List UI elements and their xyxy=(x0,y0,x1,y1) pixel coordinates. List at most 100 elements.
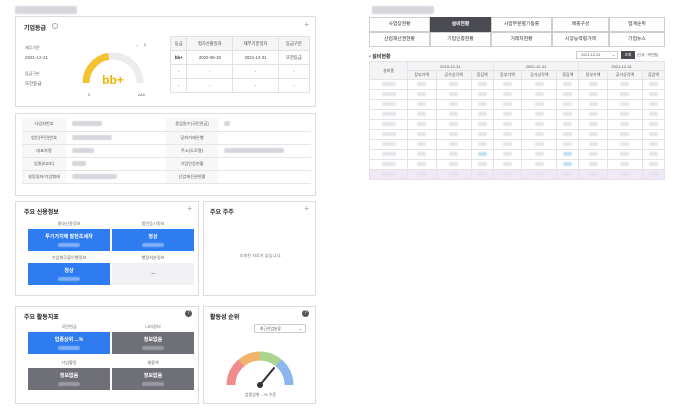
table-row[interactable] xyxy=(369,89,665,100)
grade-add-icon[interactable]: + xyxy=(304,21,309,29)
shareholders-add-icon[interactable]: + xyxy=(304,205,309,213)
info-row: 설립일자/기업형태 산업재산권현황 xyxy=(22,170,311,184)
equipment-value-cell xyxy=(435,139,472,150)
credit-status-box-4[interactable]: – xyxy=(112,263,194,285)
tab-market-ability[interactable]: 시장능력평가액 xyxy=(552,32,609,47)
equipment-value-cell xyxy=(470,79,494,90)
date-select-value: 2021-12-31 xyxy=(581,53,601,57)
equipment-value-cell xyxy=(492,129,523,140)
equipment-value-cell xyxy=(642,169,665,180)
tab-division[interactable]: 사업부문별기등률 xyxy=(491,17,552,32)
info-label: 대표자명 xyxy=(22,144,66,158)
shareholders-title: 주요 주주 xyxy=(210,210,234,216)
equipment-value-cell xyxy=(521,89,558,100)
equipment-value-cell xyxy=(642,129,665,140)
info-value xyxy=(66,118,166,132)
table-row[interactable] xyxy=(369,79,665,90)
help-icon[interactable]: ? xyxy=(185,310,192,317)
chevron-down-icon: ⌄ xyxy=(298,327,302,331)
equipment-value-cell xyxy=(606,159,644,170)
tab-label: 업계순위 xyxy=(628,22,646,27)
tab-ip-rights[interactable]: 산업재산권현황 xyxy=(369,32,430,47)
chevron-down-icon: ⌄ xyxy=(611,53,615,57)
company-name-heading-right xyxy=(372,6,434,14)
company-name-heading xyxy=(15,6,77,14)
info-label: 주소(도로명) xyxy=(166,144,218,158)
equipment-value-cell xyxy=(492,159,523,170)
activity-box-1[interactable]: 업종상위 ...% xyxy=(28,332,110,354)
gauge-needle xyxy=(259,367,276,386)
equipment-value-cell xyxy=(521,79,558,90)
year-header: 2021-12-31 xyxy=(578,61,665,71)
grade-cell: - xyxy=(232,64,279,79)
activity-subhead-4: 채용액 xyxy=(147,360,159,365)
equipment-value-cell xyxy=(435,79,472,90)
subhead-4: 행정처분정보 xyxy=(141,255,165,260)
info-row: 업종(KSIC) 기업인증현황 xyxy=(22,157,311,171)
info-value xyxy=(218,144,311,158)
activity-box-3[interactable]: 정보없음 xyxy=(28,368,110,390)
table-row[interactable] xyxy=(369,139,665,150)
activity-box-4[interactable]: 정보없음 xyxy=(112,368,194,390)
industry-select[interactable]: 최근산업분류 ⌄ xyxy=(254,324,306,333)
equipment-value-cell xyxy=(578,129,608,140)
table-row[interactable] xyxy=(369,99,665,110)
equipment-value-cell xyxy=(606,119,644,130)
credit-status-text-3: 정상 xyxy=(64,268,74,274)
company-info-table: 사업자번호 종업원수(국민연금) 법인(주민)번호 당좌거래은행 대표자명 주소… xyxy=(22,118,311,184)
table-row[interactable] xyxy=(369,119,665,130)
table-row[interactable]: bb+ 2022-06-19 2021-12-31 또한등급 xyxy=(169,50,311,65)
info-label: 사업자번호 xyxy=(22,118,66,132)
date-select[interactable]: 2021-12-31 ⌄ xyxy=(576,51,618,59)
credit-status-text-1: 투기가치에 말한조세자 xyxy=(45,234,93,240)
tab-company-news[interactable]: 기업뉴스 xyxy=(609,32,665,47)
tab-industry-rank[interactable]: 업계순위 xyxy=(609,17,665,32)
equipment-value-cell xyxy=(492,99,523,110)
table-row[interactable] xyxy=(369,129,665,140)
activity-box-2[interactable]: 정보없음 xyxy=(112,332,194,354)
tab-sales-composition[interactable]: 매출구성 xyxy=(552,17,609,32)
equipment-value-cell xyxy=(470,129,494,140)
tab-clients[interactable]: 거래처현황 xyxy=(491,32,552,47)
tab-label: 기업뉴스 xyxy=(628,37,646,42)
equipment-value-cell xyxy=(642,149,665,160)
rank-help-icon[interactable]: ? xyxy=(302,310,309,317)
tab-certification[interactable]: 기업인증현황 xyxy=(430,32,491,47)
table-row[interactable] xyxy=(369,159,665,170)
equipment-value-cell xyxy=(578,119,608,130)
equipment-value-cell xyxy=(407,159,437,170)
search-button[interactable]: 조회 xyxy=(621,51,635,59)
table-row[interactable] xyxy=(369,169,665,180)
tab-label: 산업재산권현황 xyxy=(384,37,415,42)
info-label: 종업원수(국민연금) xyxy=(166,118,218,132)
equipment-value-cell xyxy=(470,109,494,120)
main-credit-add-icon[interactable]: + xyxy=(187,205,192,213)
info-icon[interactable]: i xyxy=(52,23,58,29)
grade-cell: 2021-12-31 xyxy=(232,50,279,65)
equipment-value-cell xyxy=(556,169,580,180)
credit-status-box-2[interactable]: 정상 xyxy=(112,229,194,251)
grade-th: 평가산출일자 xyxy=(186,36,234,51)
equipment-value-cell xyxy=(492,149,523,160)
tab-equipment[interactable]: 설비현황 xyxy=(430,17,491,32)
equipment-name-cell xyxy=(369,79,408,90)
tab-business-sites[interactable]: 사업장현황 xyxy=(369,17,430,32)
equipment-name-cell xyxy=(369,159,408,170)
table-row[interactable] xyxy=(369,149,665,160)
equipment-value-cell xyxy=(470,159,494,170)
grade-cell: - xyxy=(186,64,234,79)
table-row[interactable] xyxy=(369,109,665,120)
equipment-value-cell xyxy=(578,109,608,120)
equipment-value-cell xyxy=(521,149,558,160)
equipment-value-cell xyxy=(578,139,608,150)
equipment-value-cell xyxy=(642,119,665,130)
credit-status-box-1[interactable]: 투기가치에 말한조세자 xyxy=(28,229,110,251)
equipment-name-cell xyxy=(369,149,408,160)
equipment-value-cell xyxy=(642,79,665,90)
grade-th: 등급 xyxy=(169,36,188,51)
info-label: 기업인증현황 xyxy=(166,157,218,171)
equipment-value-cell xyxy=(521,109,558,120)
table-row: - - - - xyxy=(169,64,311,79)
credit-status-box-3[interactable]: 정상 xyxy=(28,263,110,285)
equipment-value-cell xyxy=(606,149,644,160)
